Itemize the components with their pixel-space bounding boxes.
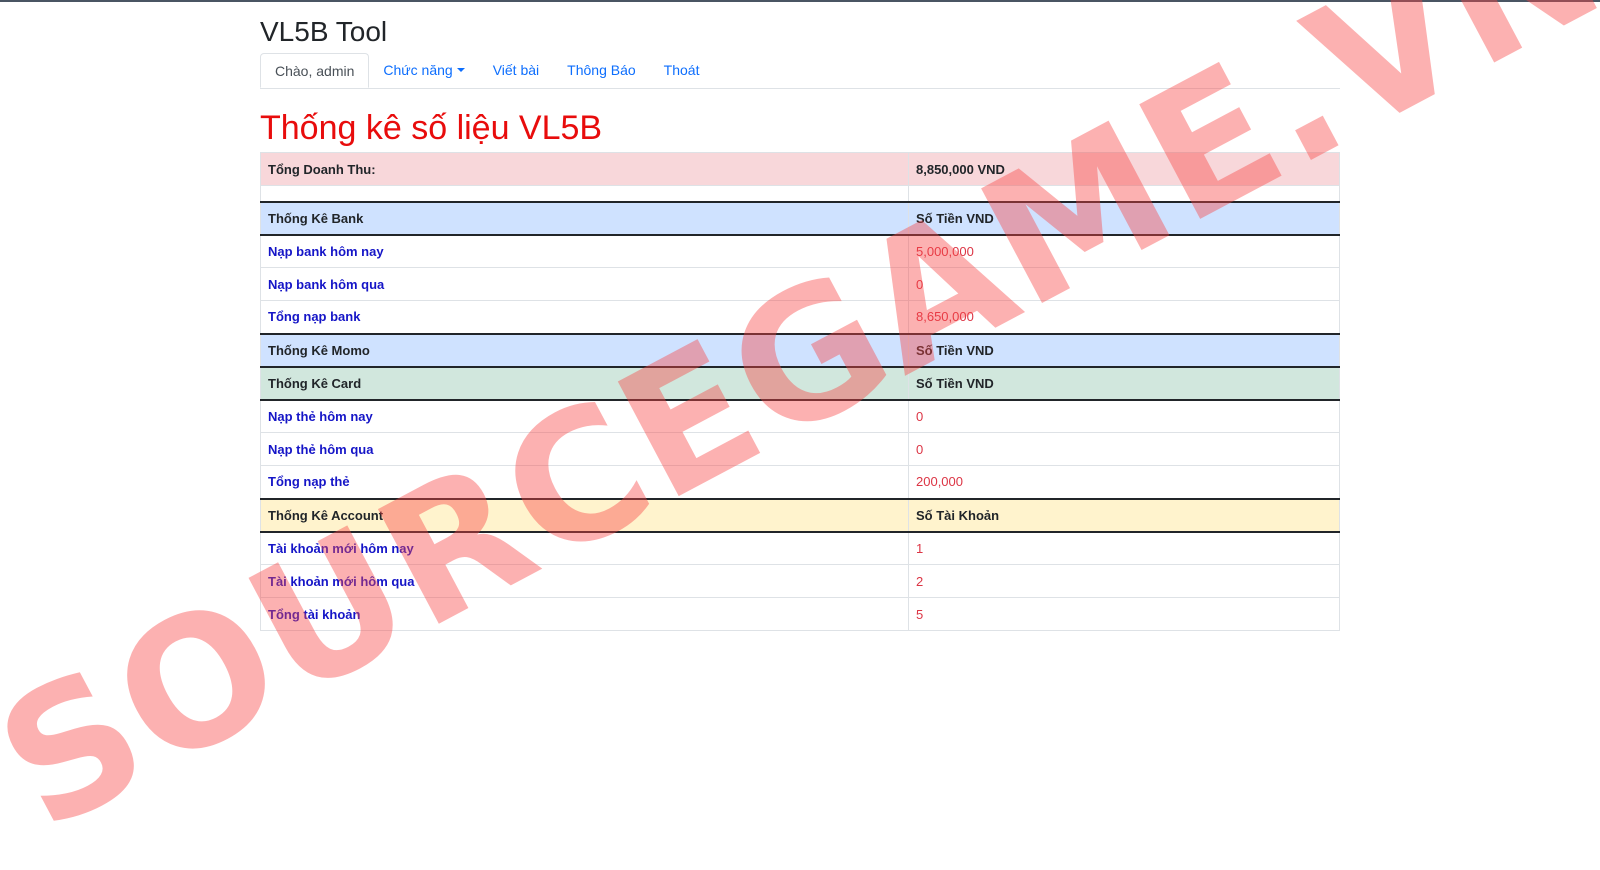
table-row: Nạp bank hôm nay 5,000,000 xyxy=(260,234,1340,268)
table-row: Tổng nạp thẻ 200,000 xyxy=(260,465,1340,499)
card-row-value: 200,000 xyxy=(908,465,1340,499)
spacer-cell xyxy=(908,185,1340,202)
card-row-label: Nạp thẻ hôm qua xyxy=(260,432,909,466)
nav-tabs: Chào, admin Chức năng Viết bài Thông Báo… xyxy=(260,53,1340,89)
account-row-value: 1 xyxy=(908,531,1340,565)
momo-header-value-label: Số Tiền VND xyxy=(908,332,1340,368)
account-header-value-label: Số Tài Khoản xyxy=(908,497,1340,533)
card-row-value: 0 xyxy=(908,399,1340,433)
account-row-value: 2 xyxy=(908,564,1340,598)
account-row-label: Tài khoản mới hôm qua xyxy=(260,564,909,598)
card-row-value: 0 xyxy=(908,432,1340,466)
table-row: Tổng tài khoản 5 xyxy=(260,597,1340,631)
stats-table: Tổng Doanh Thu: 8,850,000 VND Thống Kê B… xyxy=(260,152,1340,631)
table-row: Nạp bank hôm qua 0 xyxy=(260,267,1340,301)
table-row: Nạp thẻ hôm nay 0 xyxy=(260,399,1340,433)
functions-dropdown[interactable]: Chức năng xyxy=(369,53,478,88)
spacer-row xyxy=(260,185,1340,202)
caret-down-icon xyxy=(456,68,465,72)
bank-row-value: 0 xyxy=(908,267,1340,301)
bank-row-label: Nạp bank hôm nay xyxy=(260,234,909,268)
card-header-row: Thống Kê Card Số Tiền VND xyxy=(260,365,1340,401)
account-row-label: Tổng tài khoản xyxy=(260,597,909,631)
tab-greeting[interactable]: Chào, admin xyxy=(260,53,370,88)
account-row-label: Tài khoản mới hôm nay xyxy=(260,531,909,565)
account-row-value: 5 xyxy=(908,597,1340,631)
account-header-label: Thống Kê Account xyxy=(260,497,909,533)
page-title: Thống kê số liệu VL5B xyxy=(260,109,603,147)
card-header-value-label: Số Tiền VND xyxy=(908,365,1340,401)
bank-header-label: Thống Kê Bank xyxy=(260,200,909,236)
tab-write-post[interactable]: Viết bài xyxy=(479,53,553,88)
revenue-row: Tổng Doanh Thu: 8,850,000 VND xyxy=(260,152,1340,186)
momo-header-row: Thống Kê Momo Số Tiền VND xyxy=(260,332,1340,368)
card-header-label: Thống Kê Card xyxy=(260,365,909,401)
table-row: Tổng nạp bank 8,650,000 xyxy=(260,300,1340,334)
bank-row-label: Nạp bank hôm qua xyxy=(260,267,909,301)
card-row-label: Nạp thẻ hôm nay xyxy=(260,399,909,433)
revenue-value: 8,850,000 VND xyxy=(908,152,1340,186)
tab-logout[interactable]: Thoát xyxy=(650,53,714,88)
spacer-cell xyxy=(260,185,909,202)
functions-dropdown-label: Chức năng xyxy=(383,62,453,78)
revenue-label: Tổng Doanh Thu: xyxy=(260,152,909,186)
table-row: Tài khoản mới hôm qua 2 xyxy=(260,564,1340,598)
window-top-border xyxy=(0,0,1600,2)
account-header-row: Thống Kê Account Số Tài Khoản xyxy=(260,497,1340,533)
momo-header-label: Thống Kê Momo xyxy=(260,332,909,368)
table-row: Nạp thẻ hôm qua 0 xyxy=(260,432,1340,466)
table-row: Tài khoản mới hôm nay 1 xyxy=(260,531,1340,565)
tab-notifications[interactable]: Thông Báo xyxy=(553,53,650,88)
bank-header-value-label: Số Tiền VND xyxy=(908,200,1340,236)
bank-row-value: 8,650,000 xyxy=(908,300,1340,334)
app-title: VL5B Tool xyxy=(260,16,388,47)
card-row-label: Tổng nạp thẻ xyxy=(260,465,909,499)
bank-header-row: Thống Kê Bank Số Tiền VND xyxy=(260,200,1340,236)
bank-row-value: 5,000,000 xyxy=(908,234,1340,268)
bank-row-label: Tổng nạp bank xyxy=(260,300,909,334)
